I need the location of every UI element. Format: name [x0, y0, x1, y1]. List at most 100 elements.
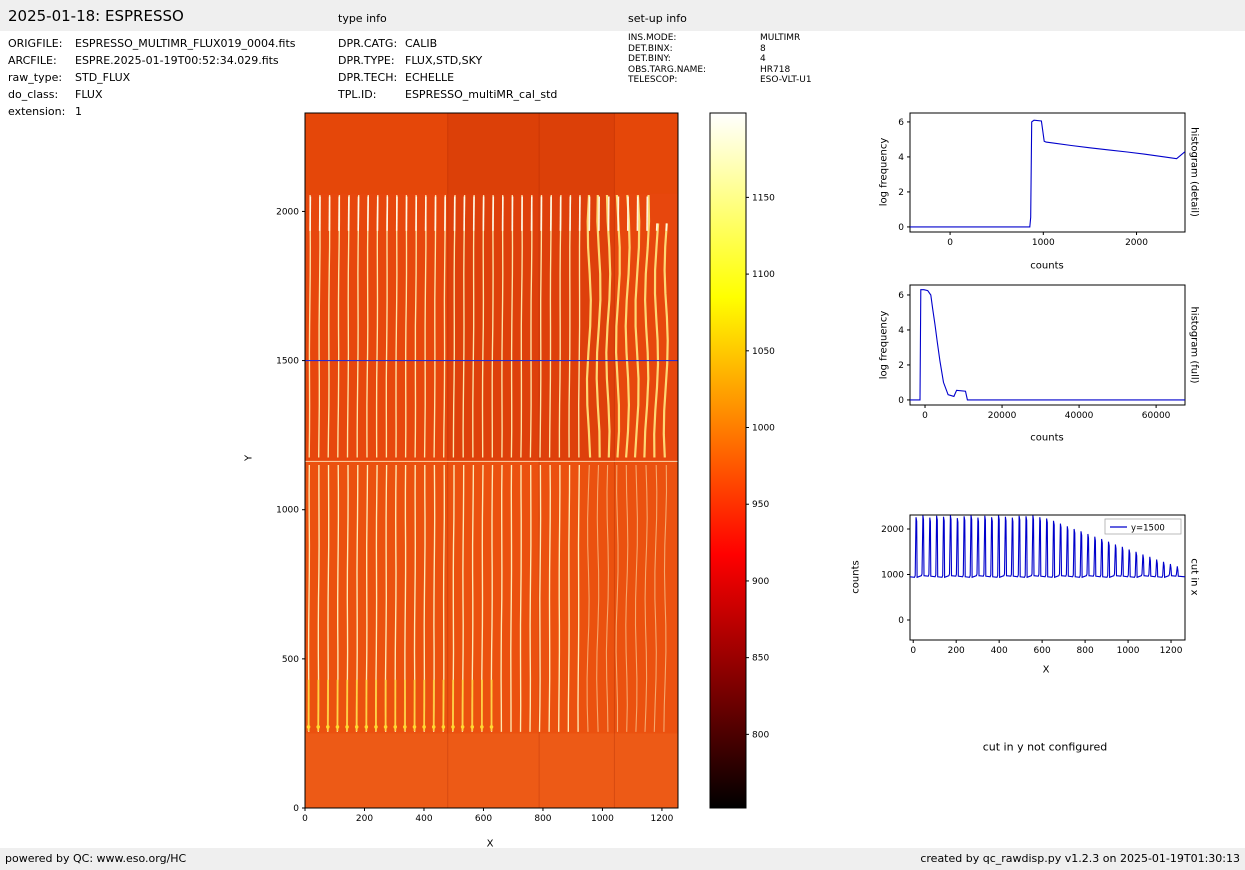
info-value: FLUX — [75, 88, 103, 101]
info-label: DPR.TECH: — [338, 71, 398, 84]
hist-full-y-axis-label: log frequency — [878, 310, 890, 380]
file-info-block: ORIGFILE: ESPRESSO_MULTIMR_FLUX019_0004.f… — [8, 35, 296, 120]
svg-text:1050: 1050 — [752, 347, 775, 357]
info-row: DPR.TYPE: FLUX,STD,SKY — [338, 52, 557, 69]
svg-text:400: 400 — [991, 646, 1008, 656]
info-row: TELESCOP: ESO-VLT-U1 — [628, 75, 812, 86]
svg-text:400: 400 — [415, 814, 432, 824]
info-row: OBS.TARG.NAME: HR718 — [628, 65, 812, 76]
svg-text:1100: 1100 — [752, 270, 775, 280]
cut-in-y-note: cut in y not configured — [982, 740, 1108, 754]
hist-full-right-label: histogram (full) — [1188, 306, 1200, 384]
svg-text:1200: 1200 — [650, 814, 673, 824]
info-row: ORIGFILE: ESPRESSO_MULTIMR_FLUX019_0004.f… — [8, 35, 296, 52]
svg-text:1000: 1000 — [1032, 238, 1055, 248]
type-info-block: DPR.CATG: CALIB DPR.TYPE: FLUX,STD,SKY DPR… — [338, 35, 557, 103]
svg-text:1000: 1000 — [276, 506, 299, 516]
info-value: ESO-VLT-U1 — [760, 75, 812, 85]
svg-text:60000: 60000 — [1142, 411, 1171, 421]
svg-text:2: 2 — [898, 361, 904, 371]
footer-left-text: powered by QC: www.eso.org/HC — [5, 852, 187, 865]
info-label: OBS.TARG.NAME: — [628, 64, 707, 75]
info-label: ARCFILE: — [8, 54, 57, 67]
page-title: 2025-01-18: ESPRESSO — [8, 7, 184, 25]
hist-full-x-axis-label: counts — [1030, 432, 1064, 444]
type-info-header: type info — [338, 12, 387, 25]
histogram-detail-plot: 0 1000 2000 0 2 4 6 — [898, 112, 1186, 248]
svg-text:1000: 1000 — [752, 424, 775, 434]
info-value: 1 — [75, 105, 82, 118]
svg-text:1000: 1000 — [1117, 646, 1140, 656]
info-value: 8 — [760, 43, 766, 54]
footer-right-text: created by qc_rawdisp.py v1.2.3 on 2025-… — [920, 852, 1240, 865]
svg-text:6: 6 — [898, 291, 904, 301]
svg-text:600: 600 — [1034, 646, 1051, 656]
info-value: ECHELLE — [405, 71, 455, 84]
svg-text:1500: 1500 — [276, 357, 299, 367]
svg-text:0: 0 — [922, 411, 928, 421]
info-label: raw_type: — [8, 71, 63, 84]
hist-detail-y-axis-label: log frequency — [878, 137, 890, 207]
svg-text:0: 0 — [947, 238, 953, 248]
info-label: do_class: — [8, 88, 59, 101]
svg-text:0: 0 — [898, 223, 904, 233]
info-label: INS.MODE: — [628, 33, 677, 43]
cut-x-axis-label: X — [1042, 664, 1050, 676]
info-label: extension: — [8, 105, 66, 118]
info-value: 4 — [760, 54, 766, 64]
info-row: DPR.TECH: ECHELLE — [338, 69, 557, 86]
svg-text:0: 0 — [302, 814, 308, 824]
colorbar — [709, 112, 747, 809]
svg-text:600: 600 — [475, 814, 492, 824]
header-bar: 2025-01-18: ESPRESSO type info set-up in… — [0, 0, 1245, 31]
info-label: TELESCOP: — [628, 75, 678, 85]
svg-text:1000: 1000 — [881, 570, 904, 580]
svg-text:40000: 40000 — [1065, 411, 1094, 421]
svg-text:0: 0 — [293, 804, 299, 814]
cut-right-label: cut in x — [1188, 558, 1200, 596]
svg-text:4: 4 — [898, 153, 904, 163]
hist-detail-right-label: histogram (detail) — [1188, 127, 1200, 217]
info-label: DET.BINY: — [628, 54, 671, 64]
svg-text:1150: 1150 — [752, 193, 775, 203]
svg-text:20000: 20000 — [988, 411, 1017, 421]
svg-text:1000: 1000 — [591, 814, 614, 824]
svg-text:850: 850 — [752, 654, 769, 664]
info-label: TPL.ID: — [338, 88, 377, 101]
info-label: DET.BINX: — [628, 43, 673, 54]
info-row: raw_type: STD_FLUX — [8, 69, 296, 86]
info-value: ESPRESSO_MULTIMR_FLUX019_0004.fits — [75, 37, 296, 50]
info-value: CALIB — [405, 37, 438, 50]
svg-text:800: 800 — [752, 730, 769, 740]
info-row: INS.MODE: MULTIMR — [628, 33, 812, 44]
svg-text:y=1500: y=1500 — [1131, 524, 1165, 534]
histogram-full-plot: 0 20000 40000 60000 0 2 4 6 — [898, 284, 1186, 421]
svg-text:6: 6 — [898, 118, 904, 128]
info-row: do_class: FLUX — [8, 86, 296, 103]
svg-text:2000: 2000 — [881, 525, 904, 535]
cut-in-x-plot: 0 200 400 600 800 1000 1200 0 1000 2000 y=1500 — [881, 514, 1186, 656]
svg-text:950: 950 — [752, 500, 769, 510]
info-label: DPR.TYPE: — [338, 54, 395, 67]
svg-text:2: 2 — [898, 188, 904, 198]
setup-info-header: set-up info — [628, 12, 687, 25]
legend: y=1500 — [1104, 518, 1182, 535]
info-value: FLUX,STD,SKY — [405, 54, 483, 67]
svg-text:0: 0 — [898, 616, 904, 626]
svg-text:0: 0 — [910, 646, 916, 656]
svg-text:200: 200 — [356, 814, 373, 824]
info-row: DPR.CATG: CALIB — [338, 35, 557, 52]
svg-text:900: 900 — [752, 577, 769, 587]
info-label: ORIGFILE: — [8, 37, 63, 50]
info-value: ESPRE.2025-01-19T00:52:34.029.fits — [75, 54, 279, 67]
setup-info-block: INS.MODE: MULTIMR DET.BINX: 8 DET.BINY: 4 O… — [628, 33, 812, 86]
footer-bar: powered by QC: www.eso.org/HC created by… — [0, 848, 1245, 870]
info-row: TPL.ID: ESPRESSO_multiMR_cal_std — [338, 86, 557, 103]
main-y-axis-label: Y — [243, 454, 255, 462]
info-value: STD_FLUX — [75, 71, 131, 84]
svg-text:500: 500 — [282, 655, 299, 665]
info-row: DET.BINX: 8 — [628, 44, 812, 55]
info-label: DPR.CATG: — [338, 37, 398, 50]
info-row: extension: 1 — [8, 103, 296, 120]
svg-text:2000: 2000 — [276, 207, 299, 217]
